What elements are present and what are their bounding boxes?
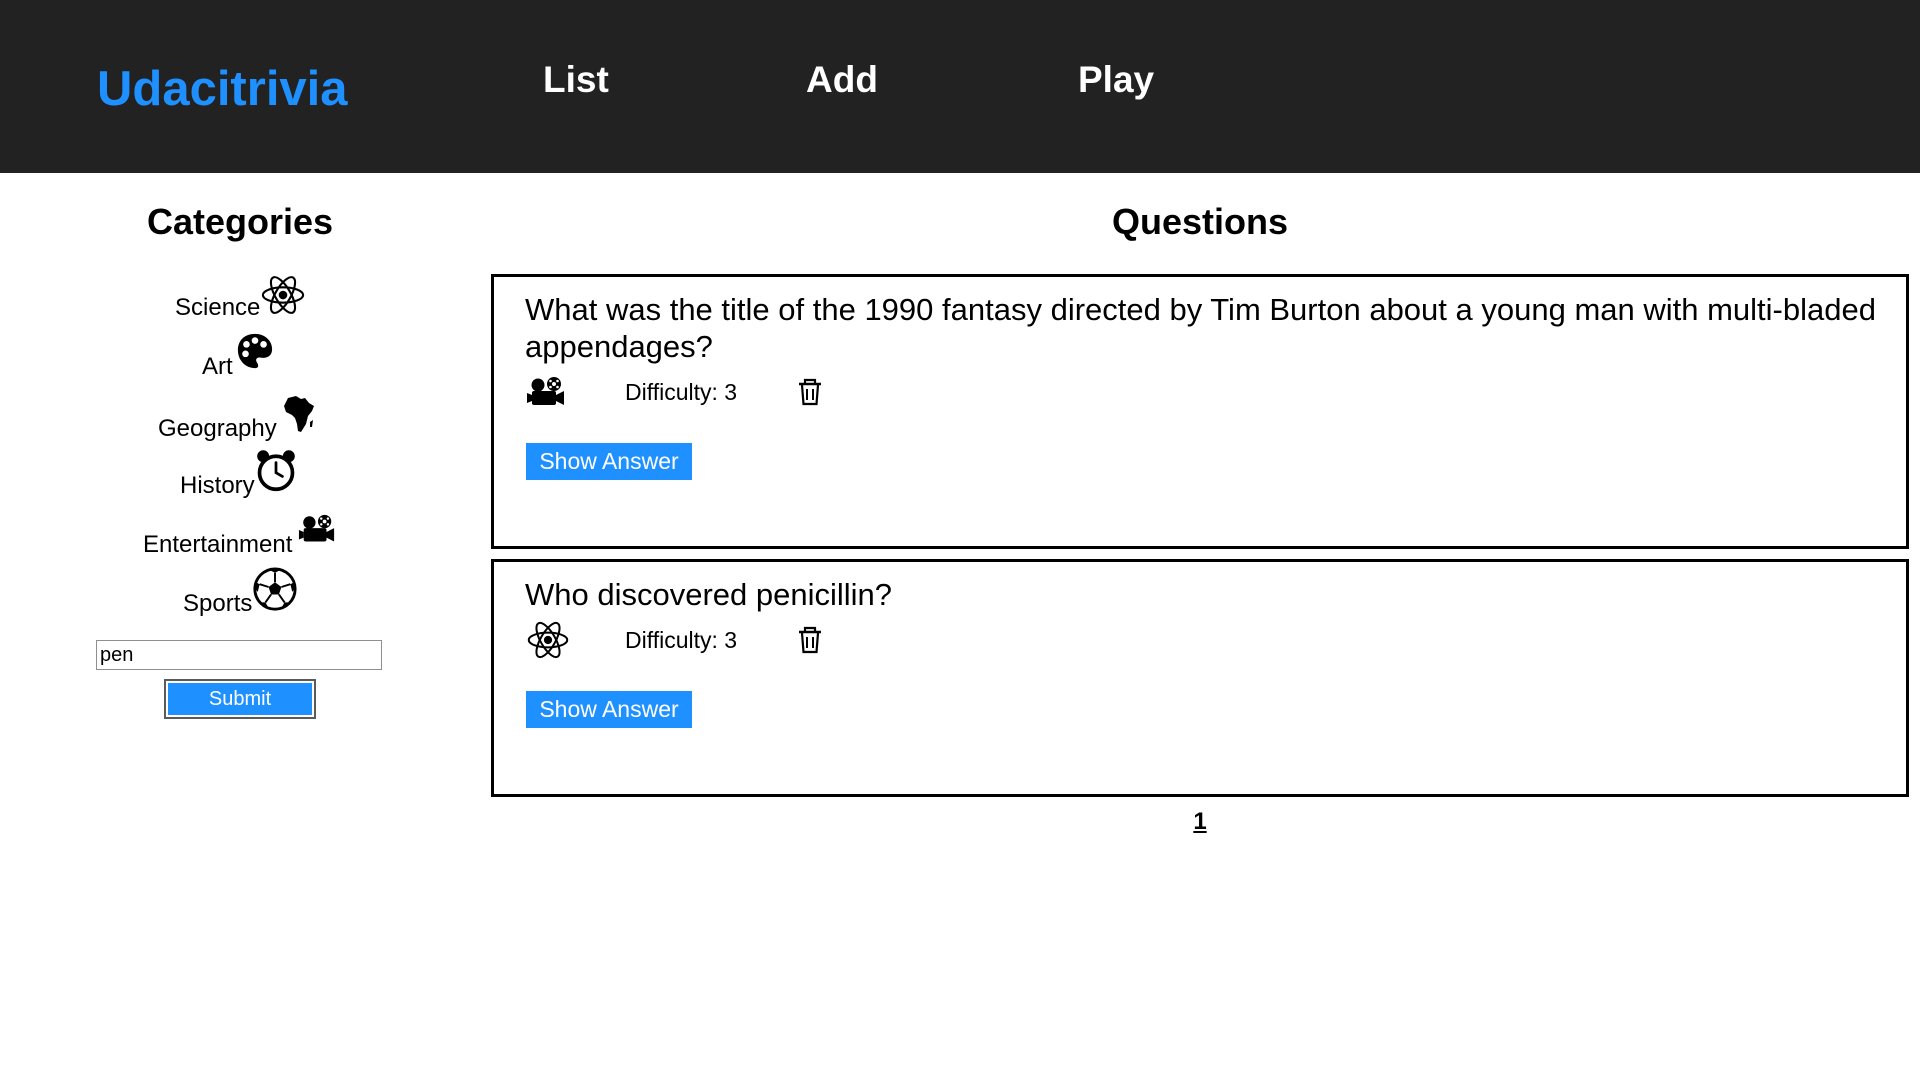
- category-item-entertainment[interactable]: Entertainment: [0, 508, 480, 558]
- africa-icon: [282, 394, 316, 434]
- delete-icon[interactable]: [797, 626, 823, 654]
- category-item-sports[interactable]: Sports: [0, 566, 480, 617]
- question-text: Who discovered penicillin?: [525, 577, 893, 612]
- film-camera-icon: [298, 514, 336, 548]
- category-label: Geography: [158, 415, 277, 442]
- category-label: Sports: [183, 590, 253, 617]
- category-item-science[interactable]: Science: [0, 270, 480, 321]
- header-bar: Udacitrivia List Add Play: [0, 0, 1920, 173]
- category-label: History: [180, 472, 255, 499]
- nav-add-link[interactable]: Add: [806, 56, 878, 104]
- question-card: Who discovered penicillin? Difficulty: 3…: [491, 559, 1909, 797]
- alarm-clock-icon: [254, 448, 298, 492]
- category-item-geography[interactable]: Geography: [0, 390, 480, 442]
- questions-heading: Questions: [1111, 201, 1289, 242]
- category-label: Science: [175, 294, 261, 321]
- difficulty-label: Difficulty: 3: [625, 379, 738, 405]
- pagination-page-1[interactable]: 1: [1180, 808, 1220, 836]
- show-answer-button[interactable]: Show Answer: [526, 443, 692, 480]
- show-answer-button[interactable]: Show Answer: [526, 691, 692, 728]
- categories-heading: Categories: [146, 201, 334, 242]
- atom-icon: [526, 618, 570, 662]
- film-camera-icon: [526, 377, 566, 411]
- logo[interactable]: Udacitrivia: [97, 60, 348, 118]
- delete-icon[interactable]: [797, 378, 823, 406]
- palette-icon: [236, 332, 274, 370]
- difficulty-label: Difficulty: 3: [625, 627, 738, 653]
- nav-play-link[interactable]: Play: [1078, 56, 1154, 104]
- nav-list-link[interactable]: List: [543, 56, 609, 104]
- question-text: What was the title of the 1990 fantasy d…: [525, 292, 1876, 364]
- category-label: Art: [202, 353, 233, 380]
- question-card: What was the title of the 1990 fantasy d…: [491, 274, 1909, 549]
- atom-icon: [260, 272, 306, 318]
- submit-button[interactable]: Submit: [164, 679, 316, 719]
- search-input[interactable]: [96, 640, 382, 670]
- soccer-ball-icon: [252, 566, 298, 612]
- category-item-art[interactable]: Art: [0, 330, 480, 380]
- category-label: Entertainment: [143, 531, 293, 558]
- category-item-history[interactable]: History: [0, 448, 480, 499]
